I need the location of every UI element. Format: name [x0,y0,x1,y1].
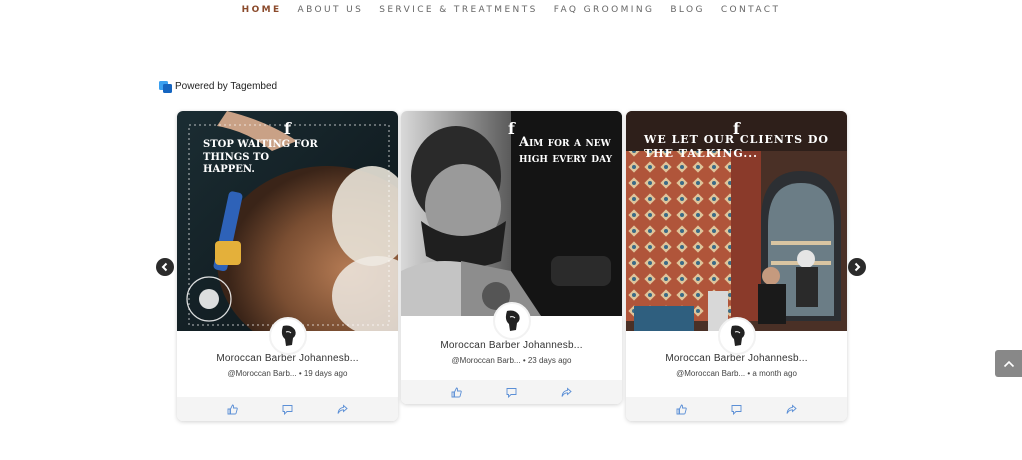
comment-icon[interactable] [731,403,743,415]
powered-by-label: Powered by Tagembed [175,81,278,92]
avatar [268,317,307,355]
post-handle-time: @Moroccan Barb... • a month ago [626,369,847,378]
nav-home[interactable]: HOME [234,4,290,16]
post-author[interactable]: Moroccan Barber Johannesb... [401,340,622,351]
avatar [717,317,756,355]
nav-blog[interactable]: BLOG [662,4,713,16]
post-time: • 23 days ago [522,356,572,365]
post-handle[interactable]: @Moroccan Barb... [228,369,297,378]
scroll-to-top-button[interactable] [995,350,1022,377]
main-nav: HOME ABOUT US SERVICE & TREATMENTS FAQ G… [0,4,1022,16]
post-actions [626,397,847,421]
social-post-card[interactable]: f Aim for a new high every day Moroccan … [401,111,622,404]
post-handle[interactable]: @Moroccan Barb... [452,356,521,365]
carousel-next-button[interactable] [848,258,866,276]
comment-icon[interactable] [506,386,518,398]
facebook-icon: f [284,119,291,138]
post-quote: Stop waiting for things to happen. [203,139,318,175]
powered-by-tagembed[interactable]: Powered by Tagembed [159,80,277,93]
share-icon[interactable] [337,403,349,415]
post-time: • 19 days ago [298,369,348,378]
post-image: f Stop waiting for things to happen. [177,111,398,331]
post-quote: We let our clients do the talking... [644,133,830,160]
nav-faq-grooming[interactable]: FAQ GROOMING [546,4,663,16]
facebook-icon: f [508,119,515,138]
tagembed-logo-icon [159,80,172,93]
post-handle[interactable]: @Moroccan Barb... [676,369,745,378]
thumbs-up-icon[interactable] [676,403,688,415]
nav-service-treatments[interactable]: SERVICE & TREATMENTS [371,4,545,16]
post-time: • a month ago [747,369,797,378]
nav-contact[interactable]: CONTACT [713,4,788,16]
post-actions [401,380,622,404]
thumbs-up-icon[interactable] [227,403,239,415]
barber-logo-icon [505,310,520,331]
share-icon[interactable] [561,386,573,398]
barber-logo-icon [730,325,745,346]
social-post-card[interactable]: f Stop waiting for things to happen. Mor… [177,111,398,421]
arrow-left-icon [161,262,168,272]
post-handle-time: @Moroccan Barb... • 23 days ago [401,356,622,365]
post-image: f Aim for a new high every day [401,111,622,316]
post-handle-time: @Moroccan Barb... • 19 days ago [177,369,398,378]
post-image: f We let our clients do the talking... [626,111,847,331]
nav-about-us[interactable]: ABOUT US [290,4,372,16]
post-actions [177,397,398,421]
arrow-right-icon [854,262,861,272]
share-icon[interactable] [786,403,798,415]
thumbs-up-icon[interactable] [451,386,463,398]
carousel-prev-button[interactable] [156,258,174,276]
avatar [492,302,531,340]
comment-icon[interactable] [282,403,294,415]
chevron-up-icon [1003,360,1014,367]
barber-logo-icon [281,325,296,346]
social-post-card[interactable]: f We let our clients do the talking... M… [626,111,847,421]
post-quote: Aim for a new high every day [519,135,613,167]
